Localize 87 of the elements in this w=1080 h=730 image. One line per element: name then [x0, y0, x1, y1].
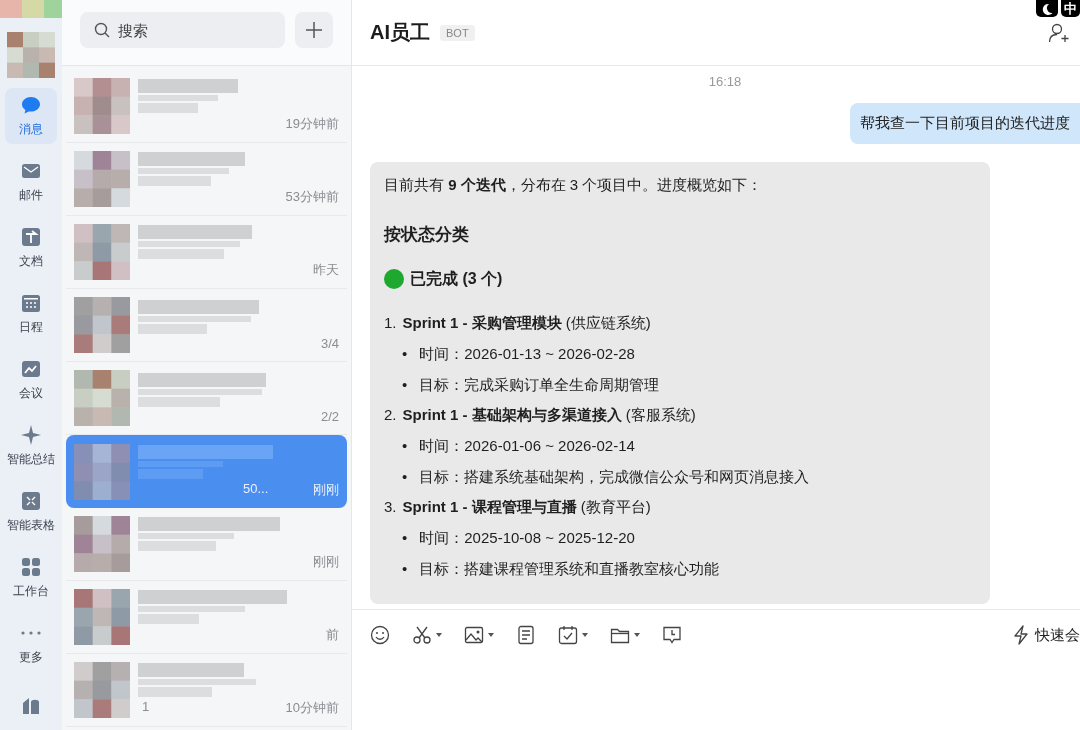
iteration-detail: 时间：2026-01-13 ~ 2026-02-28: [419, 344, 635, 364]
grid-icon: [20, 556, 42, 578]
message-time: 2/2: [320, 408, 339, 424]
message-time: 昨天: [313, 261, 339, 279]
checkbox-calendar-icon: [558, 625, 578, 645]
nav-item[interactable]: 工作台: [5, 550, 57, 606]
message-time: 前: [326, 626, 339, 644]
toolbar-button[interactable]: [412, 625, 442, 645]
document-icon: [20, 226, 42, 248]
nav-label: 工作台: [13, 583, 49, 600]
list-number: 2.: [384, 405, 397, 425]
message-preview: 1: [141, 699, 150, 716]
nav-label: 消息: [19, 121, 43, 138]
nav-item[interactable]: 智能总结: [5, 418, 57, 474]
input-method-indicator[interactable]: 中: [1061, 0, 1080, 17]
list-number: 1.: [384, 313, 397, 333]
add-user-icon[interactable]: [1048, 21, 1070, 44]
nav-item[interactable]: 更多: [5, 616, 57, 672]
message-time: 刚刚: [313, 480, 339, 499]
caret-icon: [634, 633, 640, 637]
nav-label: 智能总结: [7, 451, 55, 468]
message-time: 19分钟前: [285, 115, 339, 133]
bullet: •: [402, 559, 408, 579]
clock-bubble-icon: [662, 625, 682, 645]
iteration-detail: 目标：搭建课程管理系统和直播教室核心功能: [419, 559, 720, 579]
iteration-detail: 目标：完成采购订单全生命周期管理: [419, 375, 660, 395]
calendar-icon: [20, 292, 42, 314]
nav-item[interactable]: 会议: [5, 352, 57, 408]
chat-bubble-icon: [20, 94, 42, 116]
iteration-detail: 时间：2026-01-06 ~ 2026-02-14: [419, 436, 635, 456]
message-text: 目前共有 9 个迭代，分布在 3 个项目中。进度概览如下：: [384, 175, 764, 195]
nav-item[interactable]: 文档: [5, 220, 57, 276]
nav-label: 会议: [19, 385, 43, 402]
iteration-detail: 时间：2025-10-08 ~ 2025-12-20: [419, 528, 635, 548]
iteration-title: Sprint 1 - 课程管理与直播 (教育平台): [402, 497, 651, 517]
iteration-title: Sprint 1 - 采购管理模块 (供应链系统): [402, 313, 651, 333]
bullet: •: [402, 528, 408, 548]
document-icon: [516, 625, 536, 645]
nav-label: 更多: [19, 649, 43, 666]
message-time: 10分钟前: [285, 699, 339, 717]
list-number: 3.: [384, 497, 397, 517]
scissors-icon: [412, 625, 432, 645]
lightning-icon: [1013, 625, 1029, 645]
image-icon: [464, 625, 484, 645]
caret-icon: [582, 633, 588, 637]
section-heading: 按状态分类: [384, 224, 470, 246]
user-message: 帮我查一下目前项目的迭代进度: [850, 103, 1080, 144]
plus-icon: [305, 21, 323, 39]
bullet: •: [402, 375, 408, 395]
message-time: 3/4: [320, 335, 339, 351]
message-time: 刚刚: [313, 553, 339, 571]
bullet: •: [402, 436, 408, 456]
nav-label: 邮件: [19, 187, 43, 204]
search-icon: [94, 22, 110, 38]
message-time: 53分钟前: [285, 188, 339, 206]
toolbar-button[interactable]: [464, 625, 494, 645]
nav-item[interactable]: 邮件: [5, 154, 57, 210]
chat-title: AI员工: [370, 20, 430, 45]
status-heading: 已完成 (3 个): [410, 269, 503, 289]
nav-item[interactable]: 消息: [5, 88, 57, 144]
meeting-icon: [20, 358, 42, 380]
caret-icon: [488, 633, 494, 637]
bot-tag: BOT: [440, 24, 475, 41]
quick-meeting-button[interactable]: 快速会: [1013, 625, 1080, 645]
nav-label: 智能表格: [7, 517, 55, 534]
caret-icon: [436, 633, 442, 637]
toolbar-button[interactable]: [370, 625, 390, 645]
sparkle-icon: [20, 424, 42, 446]
moon-icon[interactable]: [1036, 0, 1058, 17]
nav-item[interactable]: 智能表格: [5, 484, 57, 540]
add-button[interactable]: [295, 12, 333, 48]
bullet: •: [402, 344, 408, 364]
nav-item[interactable]: 日程: [5, 286, 57, 342]
bullet: •: [402, 467, 408, 487]
message-timestamp: 16:18: [708, 74, 742, 89]
toolbar-button[interactable]: [516, 625, 536, 645]
message-preview: 50...: [242, 480, 269, 498]
iteration-detail: 目标：搭建系统基础架构，完成微信公众号和网页消息接入: [419, 467, 810, 487]
nav-label: 日程: [19, 319, 43, 336]
nav-label: 文档: [19, 253, 43, 270]
toolbar-button[interactable]: [662, 625, 682, 645]
more-icon: [21, 631, 41, 635]
table-icon: [20, 490, 42, 512]
toolbar-button[interactable]: [558, 625, 588, 645]
search-field[interactable]: 搜索: [80, 12, 285, 48]
smile-icon: [370, 625, 390, 645]
iteration-title: Sprint 1 - 基础架构与多渠道接入 (客服系统): [402, 405, 696, 425]
